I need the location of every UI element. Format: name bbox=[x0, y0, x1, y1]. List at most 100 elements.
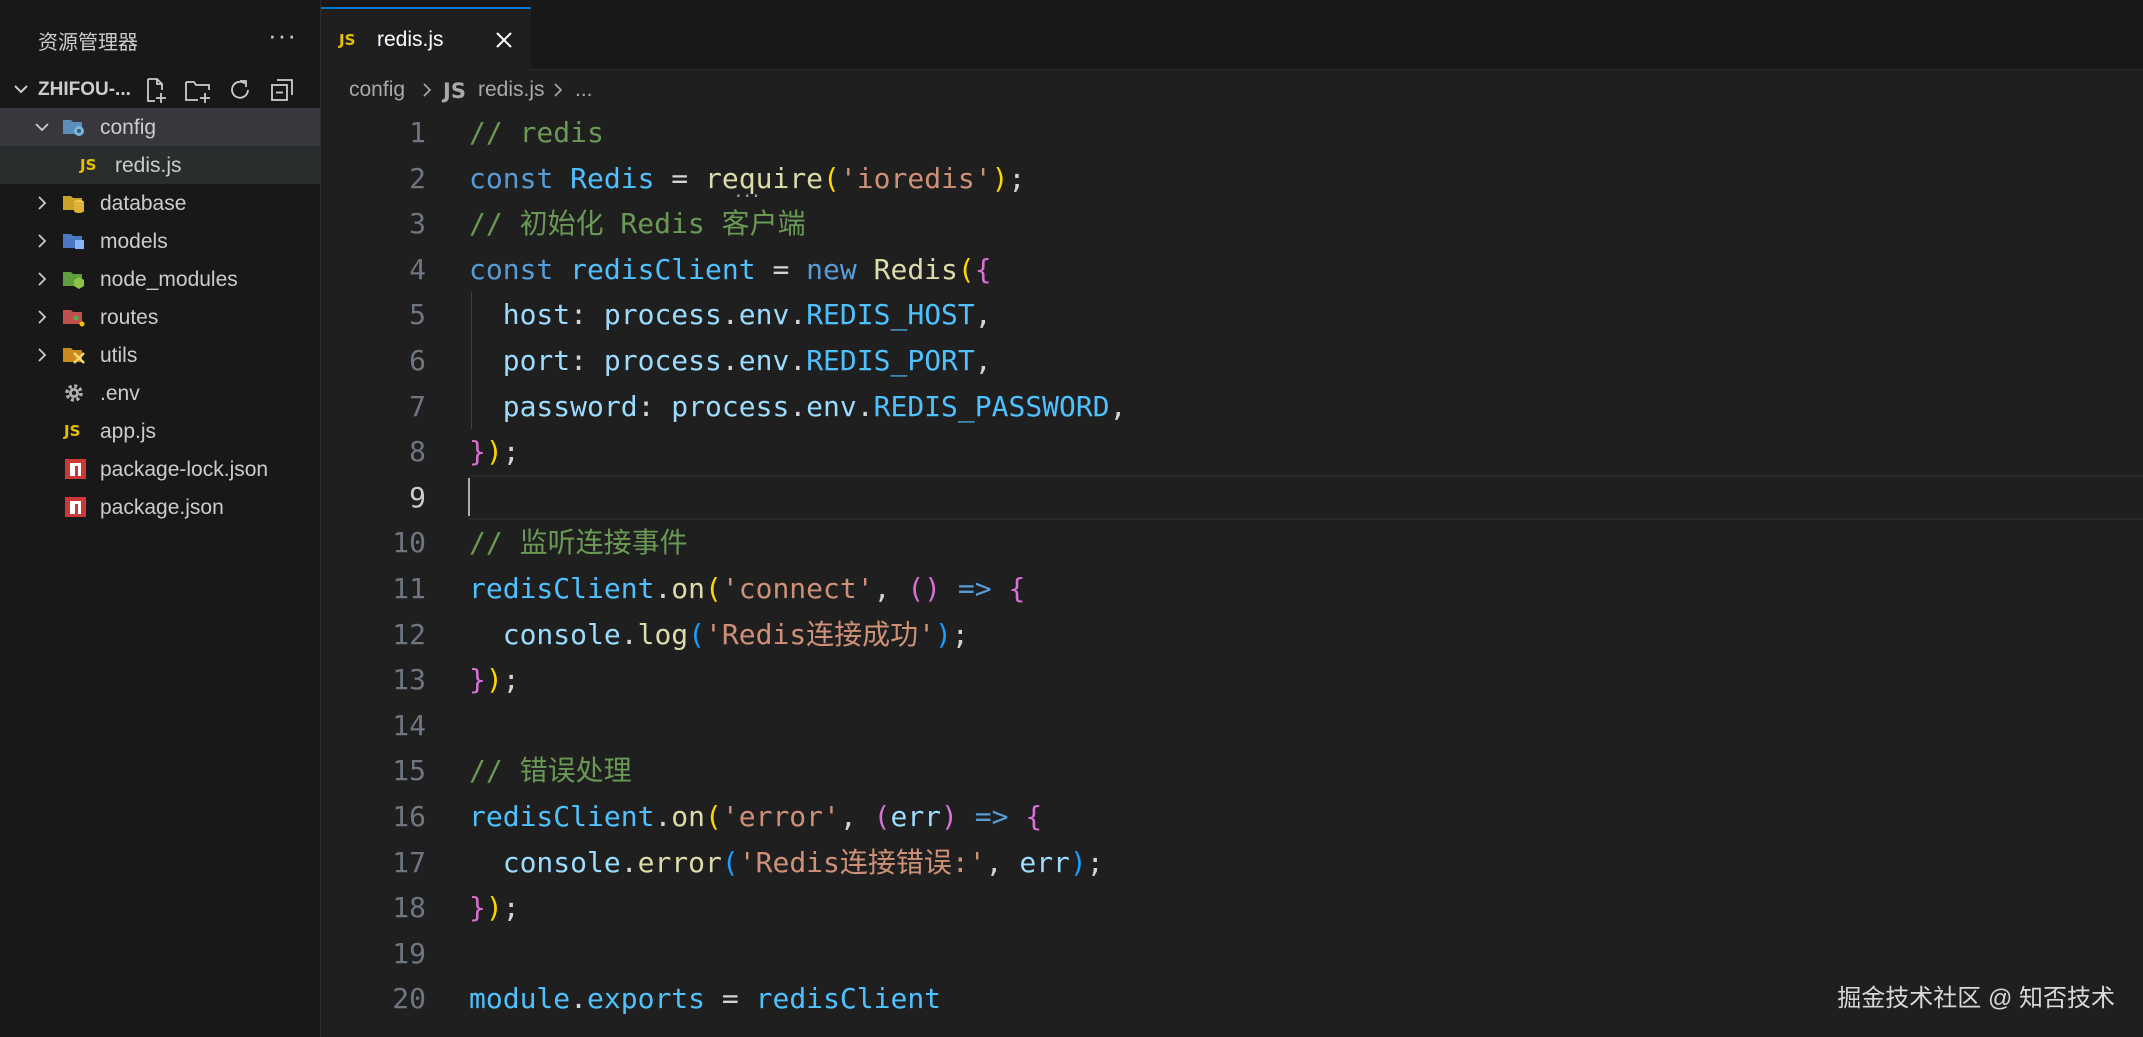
bracket: ( bbox=[705, 800, 722, 833]
tree-item-label: .env bbox=[100, 382, 140, 405]
tree-item-config[interactable]: config bbox=[0, 108, 320, 146]
breadcrumb-folder[interactable]: config bbox=[349, 78, 405, 102]
routes-folder-icon bbox=[63, 310, 85, 327]
line-number: 17 bbox=[392, 845, 426, 879]
new-folder-icon[interactable] bbox=[183, 75, 213, 105]
js-file-icon: JS bbox=[339, 31, 356, 49]
code-editor[interactable]: 1 2 3 4 5 6 7 8 9 10 11 12 13 14 15 16 17 18 19 20 // redis… bbox=[321, 110, 2143, 1037]
punctuation: , bbox=[1109, 389, 1127, 423]
punctuation: . bbox=[620, 845, 638, 879]
identifier: console bbox=[502, 845, 621, 879]
constant: REDIS_PASSWORD bbox=[873, 389, 1110, 423]
property: env bbox=[806, 389, 857, 423]
comment: // 监听连接事件 bbox=[469, 526, 688, 560]
code-line-10: // 监听连接事件 bbox=[469, 520, 2143, 566]
tree-item-label: package.json bbox=[100, 496, 224, 519]
keyword: const bbox=[469, 252, 554, 286]
property: env bbox=[738, 344, 790, 377]
code-line-11: redisClient.on('connect', () => { bbox=[469, 566, 2143, 612]
code-line-4: const redisClient = new Redis({ bbox=[469, 247, 2143, 293]
line-number: 14 bbox=[392, 708, 426, 742]
config-folder-icon bbox=[63, 120, 84, 136]
bracket: ) bbox=[991, 161, 1009, 195]
tree-item-redis-js[interactable]: JS redis.js bbox=[0, 146, 320, 184]
refresh-icon[interactable] bbox=[225, 75, 255, 105]
line-number: 9 bbox=[409, 480, 426, 514]
punctuation: . bbox=[620, 617, 638, 651]
punctuation: , bbox=[974, 344, 992, 377]
string: 'Redis连接错误:' bbox=[738, 845, 986, 879]
bracket: } bbox=[469, 663, 486, 697]
npm-icon bbox=[65, 459, 86, 479]
js-file-icon: JS bbox=[80, 156, 97, 174]
punctuation: . bbox=[789, 298, 807, 332]
bracket: ) bbox=[485, 891, 503, 925]
tree-item-package-json[interactable]: package.json bbox=[0, 488, 320, 526]
identifier: process bbox=[671, 389, 790, 423]
identifier: Redis bbox=[570, 161, 655, 195]
function-name: error bbox=[637, 845, 722, 879]
code-line-5: host: process.env.REDIS_HOST, bbox=[469, 292, 2143, 338]
function-name: on bbox=[671, 800, 706, 833]
line-number: 18 bbox=[392, 891, 426, 925]
bracket: ) bbox=[935, 617, 952, 651]
bracket: { bbox=[974, 252, 992, 286]
tree-item-database[interactable]: database bbox=[0, 184, 320, 222]
punctuation: , bbox=[985, 845, 1020, 879]
line-number: 1 bbox=[409, 116, 426, 149]
bracket: ( bbox=[873, 800, 891, 833]
constant: REDIS_PORT bbox=[806, 344, 975, 377]
tree-item-label: app.js bbox=[100, 420, 157, 443]
tree-item-utils[interactable]: utils bbox=[0, 336, 320, 374]
code-line-9 bbox=[469, 474, 2143, 521]
explorer-header: 资源管理器 ··· bbox=[0, 0, 321, 78]
code-line-8: }); bbox=[469, 429, 2143, 475]
code-line-16: redisClient.on('error', (err) => { bbox=[469, 794, 2143, 840]
punctuation: ; bbox=[951, 617, 969, 651]
chevron-right-icon bbox=[423, 83, 432, 97]
tree-item-models[interactable]: models bbox=[0, 222, 320, 260]
tree-item-package-lock-json[interactable]: package-lock.json bbox=[0, 450, 320, 488]
project-root[interactable]: ZHIFOU-... bbox=[0, 70, 321, 108]
code-line-7: password: process.env.REDIS_PASSWORD, bbox=[469, 384, 2143, 430]
tree-item-app-js[interactable]: JS app.js bbox=[0, 412, 320, 450]
chevron-right-icon bbox=[38, 272, 47, 286]
punctuation: . bbox=[789, 344, 807, 377]
parameter: err bbox=[890, 800, 942, 833]
comment: // redis bbox=[469, 116, 604, 149]
tree-item-env[interactable]: .env bbox=[0, 374, 320, 412]
new-file-icon[interactable] bbox=[140, 75, 170, 105]
hint-squiggle: ··· bbox=[733, 186, 761, 207]
breadcrumb-more[interactable]: ... bbox=[575, 78, 593, 102]
punctuation: . bbox=[856, 389, 874, 423]
punctuation: ; bbox=[502, 435, 520, 469]
identifier: process bbox=[603, 344, 722, 377]
punctuation: , bbox=[839, 800, 874, 833]
chevron-right-icon bbox=[38, 234, 47, 248]
property: env bbox=[738, 298, 790, 332]
keyword: const bbox=[469, 161, 554, 195]
code-line-3: // 初始化 Redis 客户端 bbox=[469, 201, 2143, 247]
tree-item-node-modules[interactable]: node_modules bbox=[0, 260, 320, 298]
breadcrumb-file[interactable]: redis.js bbox=[478, 78, 545, 102]
string: 'ioredis' bbox=[839, 161, 992, 195]
collapse-all-icon[interactable] bbox=[267, 75, 297, 105]
chevron-right-icon bbox=[38, 310, 47, 324]
tree-item-routes[interactable]: routes bbox=[0, 298, 320, 336]
tree-item-label: utils bbox=[100, 344, 138, 367]
identifier: redisClient bbox=[755, 982, 942, 1016]
tab-redis-js[interactable]: JS redis.js bbox=[321, 7, 531, 70]
close-icon[interactable] bbox=[491, 27, 517, 53]
string: 'error' bbox=[721, 800, 840, 833]
line-number: 8 bbox=[409, 435, 426, 469]
arrow: => bbox=[974, 800, 1009, 833]
line-number: 16 bbox=[392, 800, 426, 833]
more-actions-button[interactable]: ··· bbox=[268, 20, 297, 51]
string: 'connect' bbox=[721, 572, 874, 605]
text-cursor bbox=[468, 478, 470, 516]
